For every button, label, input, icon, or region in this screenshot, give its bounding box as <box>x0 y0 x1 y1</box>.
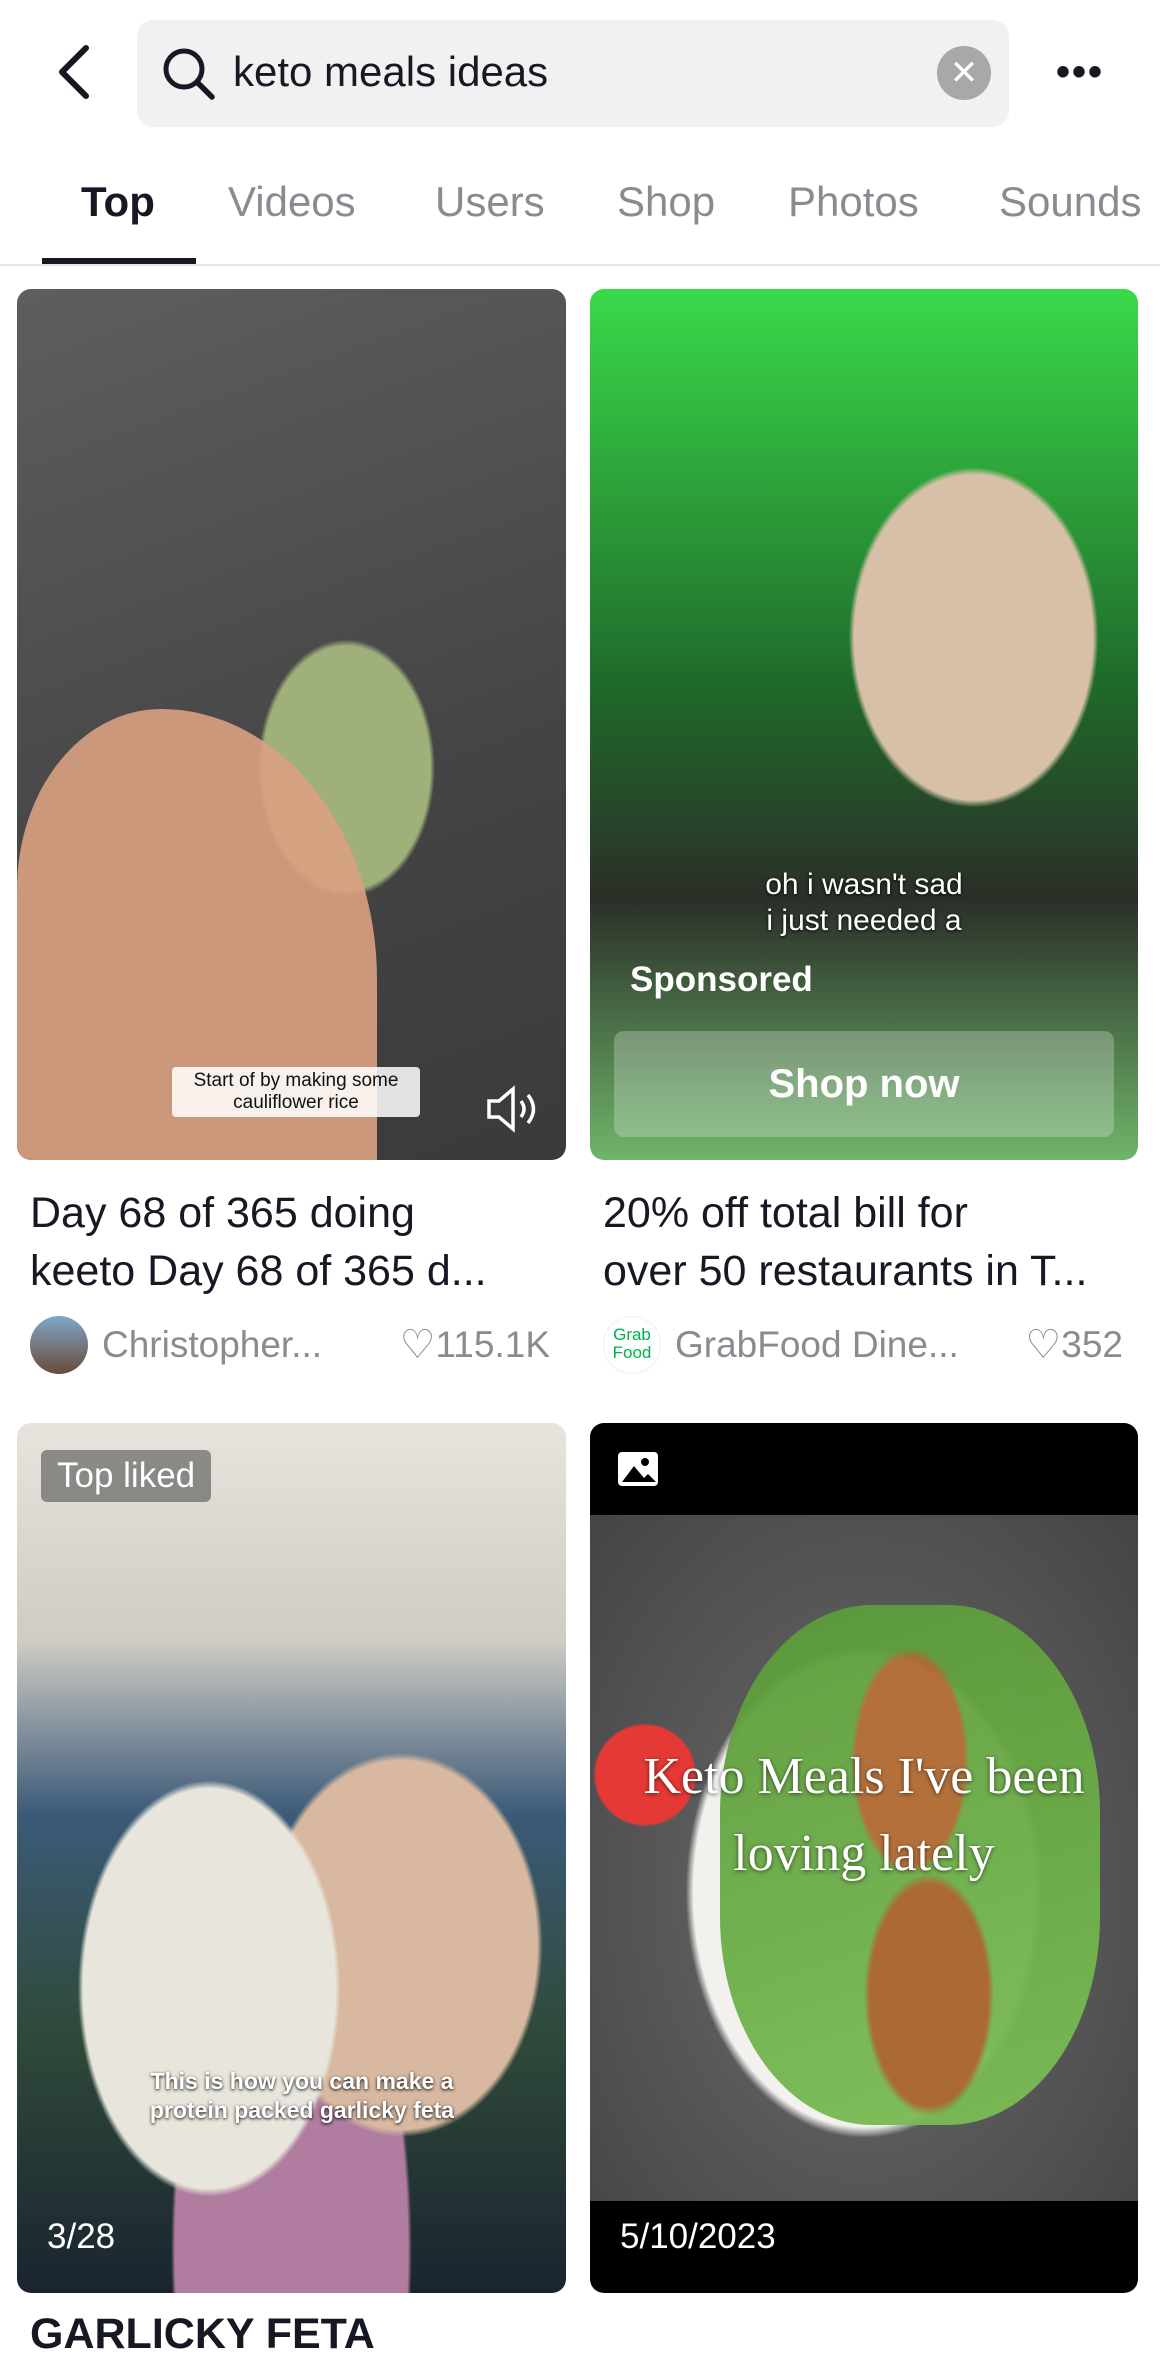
video-thumbnail[interactable]: Start of by making some cauliflower rice <box>17 289 566 1160</box>
tab-users[interactable]: Users <box>435 178 545 226</box>
tab-sounds[interactable]: Sounds <box>999 178 1141 226</box>
video-title[interactable]: 20% off total bill for over 50 restaurant… <box>603 1184 1143 1300</box>
like-count: 115.1K <box>435 1324 550 1365</box>
search-icon <box>163 48 215 100</box>
volume-icon[interactable] <box>485 1084 541 1134</box>
post-date: 5/10/2023 <box>620 2217 776 2256</box>
photo-icon <box>618 1452 658 1486</box>
caption-line: oh i wasn't sad <box>765 868 963 901</box>
author-name[interactable]: Christopher... <box>102 1324 400 1366</box>
video-meta: Grab Food GrabFood Dine... ♡ 352 <box>603 1316 1123 1374</box>
chevron-left-icon <box>59 45 89 99</box>
tab-top[interactable]: Top <box>81 178 155 226</box>
title-line: keeto Day 68 of 365 d... <box>30 1247 487 1295</box>
avatar[interactable] <box>30 1316 88 1374</box>
search-input[interactable]: keto meals ideas <box>233 48 548 96</box>
post-date: 3/28 <box>47 2217 116 2256</box>
author-name[interactable]: GrabFood Dine... <box>675 1324 1025 1366</box>
search-bar[interactable]: keto meals ideas ✕ <box>137 20 1009 127</box>
caption-line: i just needed a <box>766 904 962 937</box>
photo-post-thumbnail[interactable]: Keto Meals I've been loving lately 5/10/… <box>590 1423 1138 2293</box>
top-liked-badge: Top liked <box>41 1450 212 1502</box>
tab-shop[interactable]: Shop <box>617 178 715 226</box>
tab-photos[interactable]: Photos <box>788 178 919 226</box>
more-options-button[interactable]: ••• <box>1050 50 1110 94</box>
caption-overlay: This is how you can make a protein packe… <box>149 2068 455 2123</box>
more-icon: ••• <box>1055 50 1104 94</box>
divider <box>0 264 1160 266</box>
shop-now-button[interactable]: Shop now <box>614 1031 1114 1137</box>
back-button[interactable] <box>52 44 102 100</box>
video-meta: Christopher... ♡ 115.1K <box>30 1316 550 1374</box>
tab-videos[interactable]: Videos <box>228 178 356 226</box>
clear-search-button[interactable]: ✕ <box>937 46 991 100</box>
video-title[interactable]: Day 68 of 365 doing keeto Day 68 of 365 d… <box>30 1184 570 1300</box>
sponsored-video-thumbnail[interactable]: oh i wasn't sad i just needed a Sponsored… <box>590 289 1138 1160</box>
heart-icon: ♡ <box>1025 1323 1062 1367</box>
close-icon: ✕ <box>949 54 979 92</box>
photo-caption-overlay: Keto Meals I've been loving lately <box>643 1748 1085 1882</box>
video-thumbnail[interactable]: Top liked This is how you can make a pro… <box>17 1423 566 2293</box>
heart-icon: ♡ <box>399 1323 436 1367</box>
sponsored-label: Sponsored <box>630 960 813 999</box>
grabfood-logo[interactable]: Grab Food <box>603 1316 661 1374</box>
caption-overlay: Start of by making some cauliflower rice <box>172 1067 420 1117</box>
title-line: over 50 restaurants in T... <box>603 1247 1088 1295</box>
title-line: Day 68 of 365 doing <box>30 1189 415 1237</box>
title-line: 20% off total bill for <box>603 1189 968 1237</box>
like-count: 352 <box>1061 1324 1123 1365</box>
video-title[interactable]: GARLICKY FETA <box>30 2310 375 2359</box>
caption-overlay: oh i wasn't sad i just needed a <box>590 867 1138 939</box>
